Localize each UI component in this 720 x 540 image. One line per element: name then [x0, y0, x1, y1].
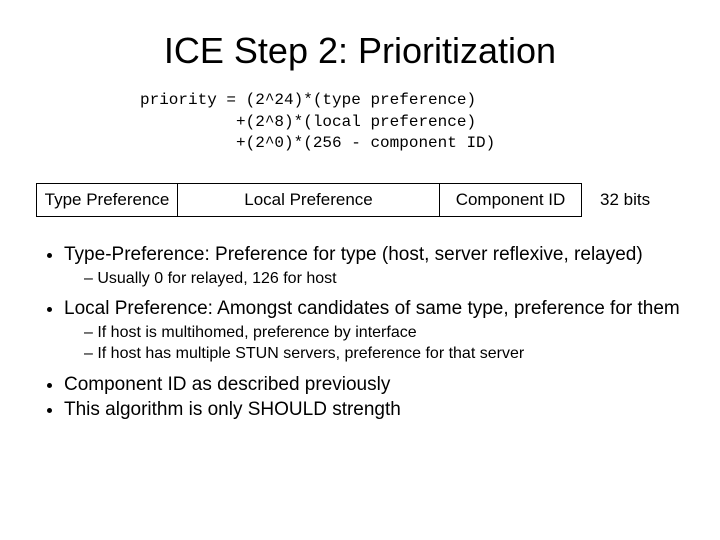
priority-formula: priority = (2^24)*(type preference) +(2^…: [140, 90, 690, 155]
field-component-id: Component ID: [440, 183, 582, 217]
bullet-component-id: Component ID as described previously: [64, 373, 690, 397]
bits-label: 32 bits: [600, 190, 650, 210]
bullet-text: Local Preference: Amongst candidates of …: [64, 298, 680, 319]
field-type-preference: Type Preference: [36, 183, 178, 217]
bullet-list: Type-Preference: Preference for type (ho…: [30, 243, 690, 422]
sub-bullet: If host is multihomed, preference by int…: [84, 323, 690, 344]
bullet-type-preference: Type-Preference: Preference for type (ho…: [64, 243, 690, 290]
sub-bullet: If host has multiple STUN servers, prefe…: [84, 344, 690, 365]
bullet-local-preference: Local Preference: Amongst candidates of …: [64, 297, 690, 364]
sub-list: If host is multihomed, preference by int…: [64, 323, 690, 365]
slide: ICE Step 2: Prioritization priority = (2…: [0, 0, 720, 540]
sub-list: Usually 0 for relayed, 126 for host: [64, 269, 690, 290]
field-local-preference: Local Preference: [178, 183, 440, 217]
bullet-should-strength: This algorithm is only SHOULD strength: [64, 398, 690, 422]
sub-bullet: Usually 0 for relayed, 126 for host: [84, 269, 690, 290]
bitfield-diagram: Type Preference Local Preference Compone…: [36, 183, 690, 217]
slide-title: ICE Step 2: Prioritization: [30, 30, 690, 72]
bullet-text: Type-Preference: Preference for type (ho…: [64, 244, 643, 265]
